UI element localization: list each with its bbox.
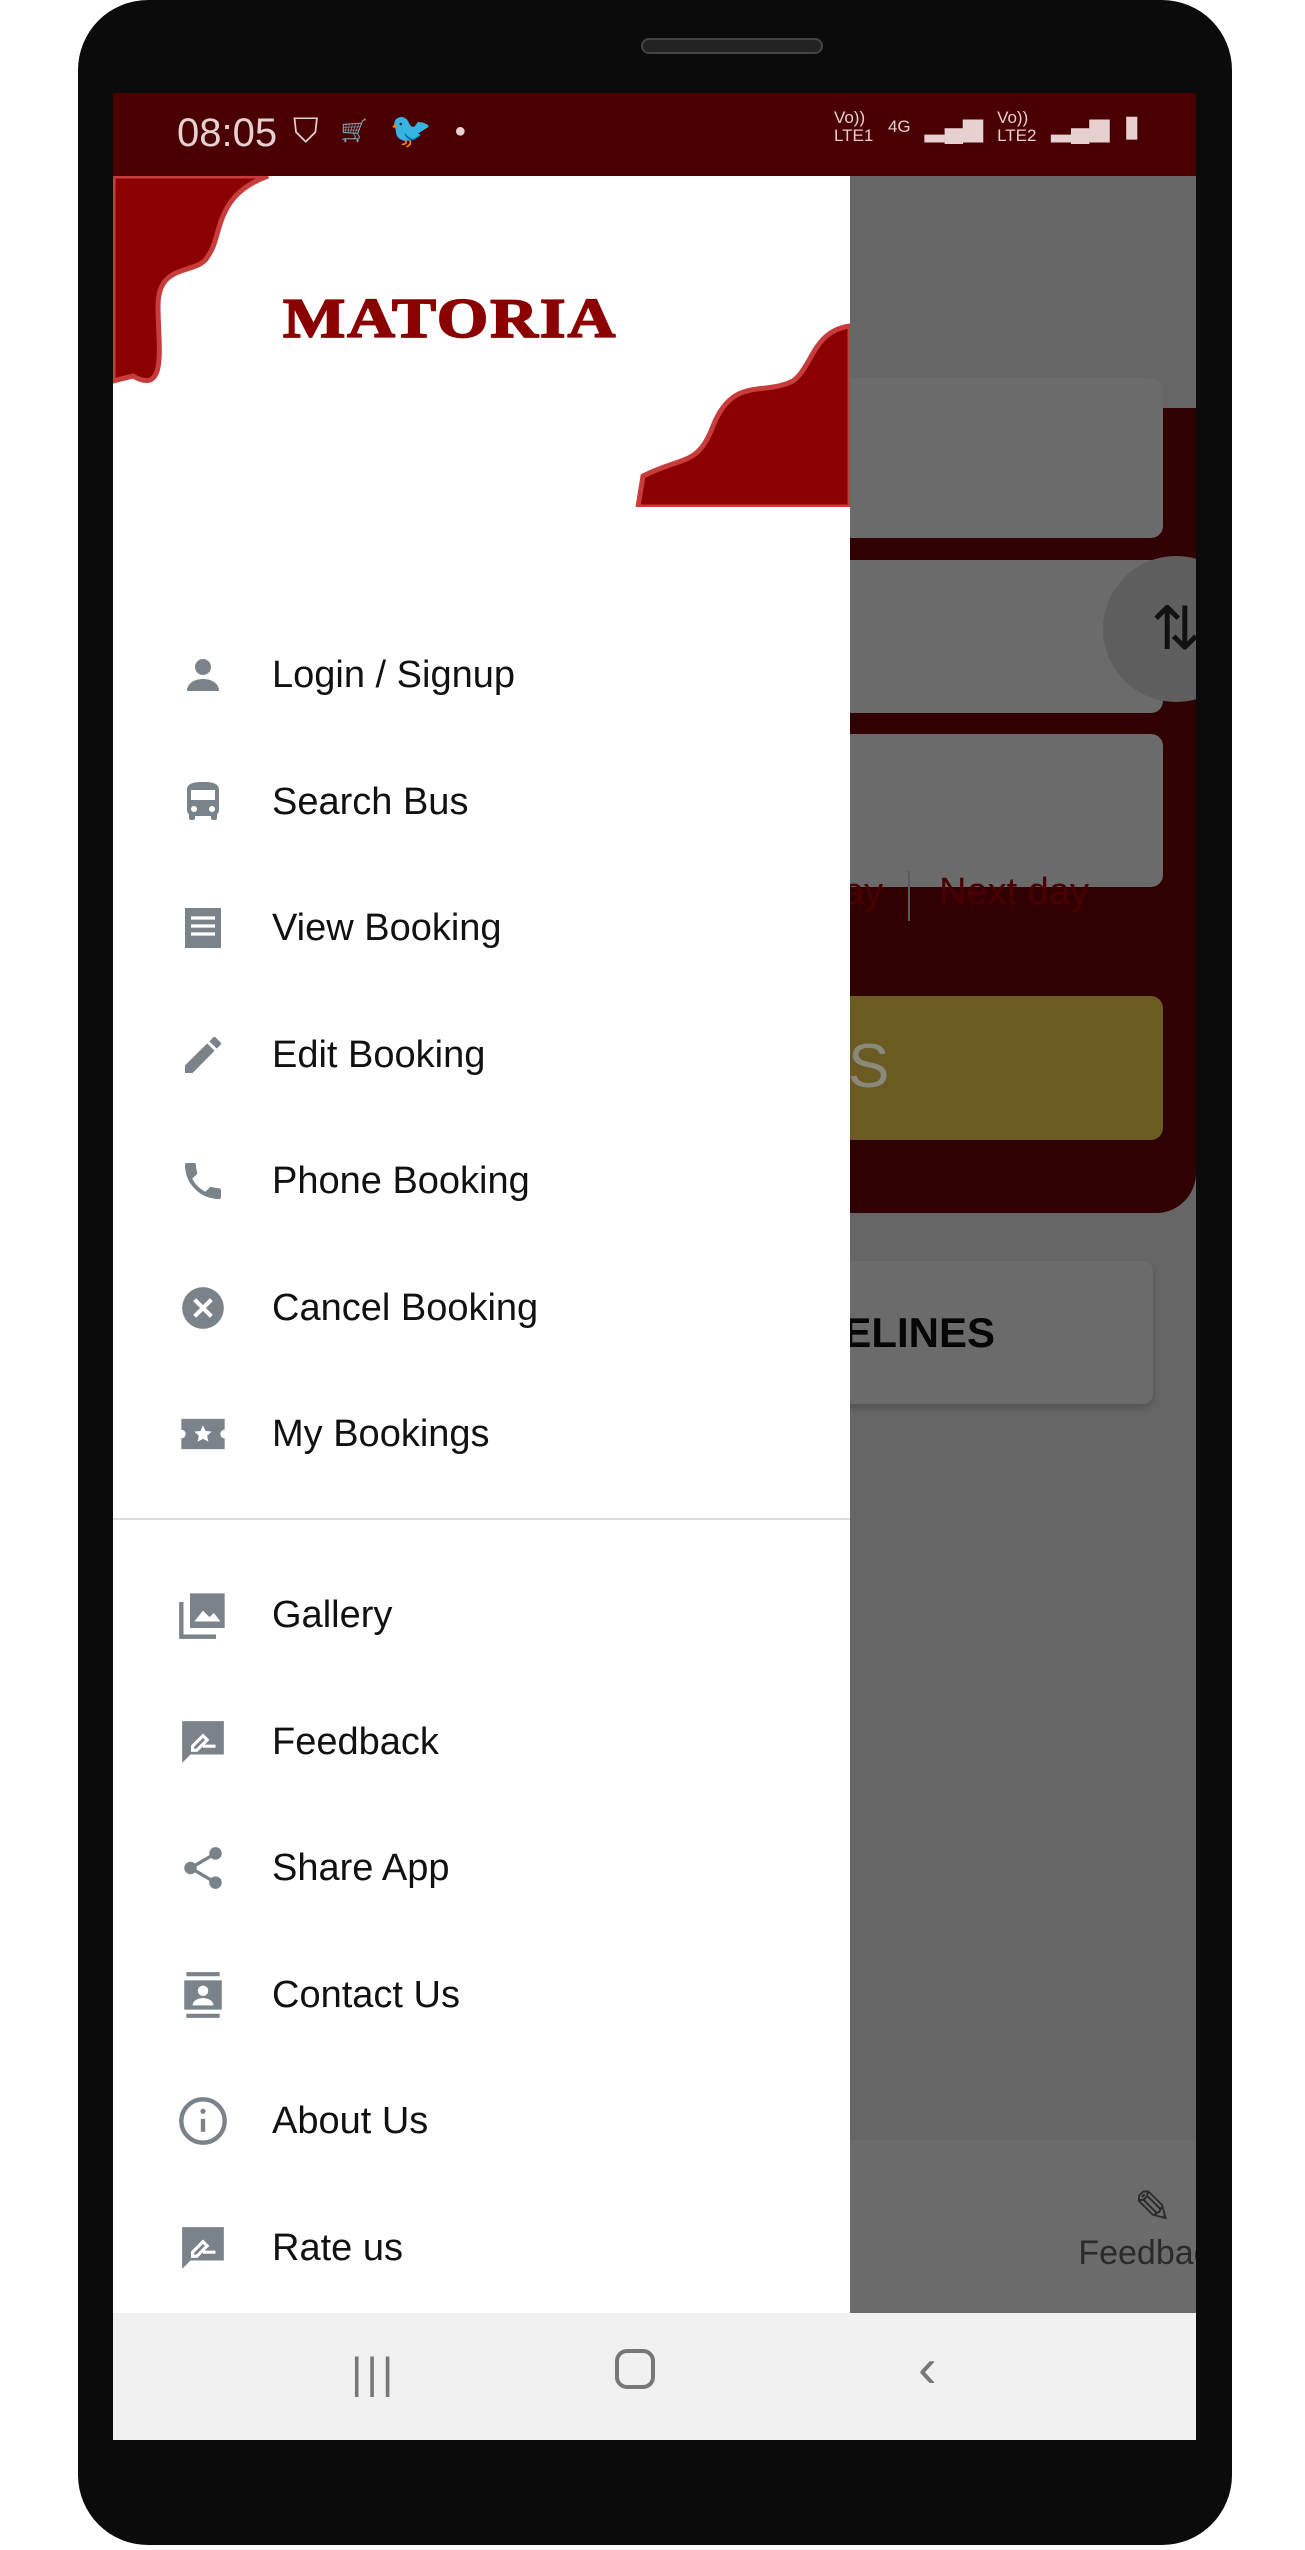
rate-icon <box>175 2220 231 2276</box>
next-day-button[interactable]: Next day <box>939 871 1089 914</box>
system-nav-bar: ||| ‹ <box>113 2313 1196 2440</box>
dot-icon: ● <box>454 119 467 142</box>
menu-divider <box>113 1518 850 1520</box>
bus-icon <box>175 774 231 830</box>
menu-label: Rate us <box>272 2226 403 2269</box>
bottom-nav-feedback[interactable]: ✎ Feedback <box>1053 2140 1196 2273</box>
screen: 08:05 ⛉ 🛒 🐦 ● Vo)) LTE1 4G ▂▄▆ Vo)) LTE2… <box>113 93 1196 2440</box>
bottom-nav: ✎ Feedback <box>813 2140 1196 2313</box>
ticket-star-icon <box>175 1406 231 1462</box>
from-field[interactable] <box>813 378 1163 538</box>
feedback-icon <box>175 1714 231 1770</box>
sim2-label: Vo)) LTE2 <box>997 108 1037 145</box>
menu-label: Gallery <box>272 1593 393 1636</box>
signal-icon: ▂▄▆ <box>924 112 984 142</box>
date-field[interactable] <box>813 734 1163 887</box>
shield-check-icon: ⛉ <box>293 111 319 150</box>
menu-contact-us[interactable]: Contact Us <box>113 1940 850 2050</box>
feedback-label: Feedback <box>1078 2234 1196 2272</box>
menu-label: Phone Booking <box>272 1159 530 1202</box>
divider <box>908 871 910 921</box>
receipt-icon <box>175 900 231 956</box>
navigation-drawer: MATORIA Login / Signup Search Bus View B… <box>113 176 850 2313</box>
menu-label: Edit Booking <box>272 1033 486 1076</box>
menu-edit-booking[interactable]: Edit Booking <box>113 1000 850 1110</box>
guidelines-card[interactable]: DELINES <box>813 1261 1153 1404</box>
person-icon <box>175 647 231 703</box>
back-button[interactable]: ‹ <box>918 2335 937 2400</box>
pencil-icon <box>175 1027 231 1083</box>
menu-phone-booking[interactable]: Phone Booking <box>113 1126 850 1236</box>
menu-search-bus[interactable]: Search Bus <box>113 747 850 857</box>
menu-view-booking[interactable]: View Booking <box>113 873 850 983</box>
menu-label: Contact Us <box>272 1973 460 2016</box>
menu-label: Share App <box>272 1846 450 1889</box>
menu-label: Cancel Booking <box>272 1286 539 1329</box>
menu-label: My Bookings <box>272 1412 490 1455</box>
feedback-icon: ✎ <box>1133 2181 1173 2233</box>
speaker-grille <box>641 38 823 54</box>
cancel-icon <box>175 1280 231 1336</box>
menu-gallery[interactable]: Gallery <box>113 1560 850 1670</box>
info-icon <box>175 2093 231 2149</box>
status-bar: 08:05 ⛉ 🛒 🐦 ● Vo)) LTE1 4G ▂▄▆ Vo)) LTE2… <box>113 93 1196 176</box>
menu-my-bookings[interactable]: My Bookings <box>113 1379 850 1489</box>
amazon-cart-icon: 🛒 <box>340 118 368 143</box>
network-label: 4G <box>887 117 911 136</box>
recent-apps-button[interactable]: ||| <box>351 2349 397 2399</box>
menu-about-us[interactable]: About Us <box>113 2066 850 2176</box>
drawer-header: MATORIA <box>113 176 850 507</box>
phone-icon <box>175 1153 231 1209</box>
contact-icon <box>175 1967 231 2023</box>
battery-icon: ▮ <box>1123 110 1140 143</box>
menu-cancel-booking[interactable]: Cancel Booking <box>113 1253 850 1363</box>
share-icon <box>175 1840 231 1896</box>
menu-label: View Booking <box>272 906 502 949</box>
menu-label: Search Bus <box>272 780 469 823</box>
status-time: 08:05 <box>177 111 278 155</box>
menu-share-app[interactable]: Share App <box>113 1813 850 1923</box>
sim1-label: Vo)) LTE1 <box>833 108 874 145</box>
menu-login-signup[interactable]: Login / Signup <box>113 620 850 730</box>
matoria-logo: MATORIA <box>282 287 618 351</box>
home-button[interactable] <box>615 2349 655 2389</box>
search-button-label: S <box>848 1032 890 1101</box>
menu-label: Feedback <box>272 1720 439 1763</box>
signal-icon: ▂▄▆ <box>1051 112 1110 142</box>
menu-label: Login / Signup <box>272 653 515 696</box>
twitter-icon: 🐦 <box>389 112 433 150</box>
menu-rate-us[interactable]: Rate us <box>113 2193 850 2303</box>
menu-feedback[interactable]: Feedback <box>113 1687 850 1797</box>
menu-label: About Us <box>272 2099 429 2142</box>
gallery-icon <box>175 1587 231 1643</box>
